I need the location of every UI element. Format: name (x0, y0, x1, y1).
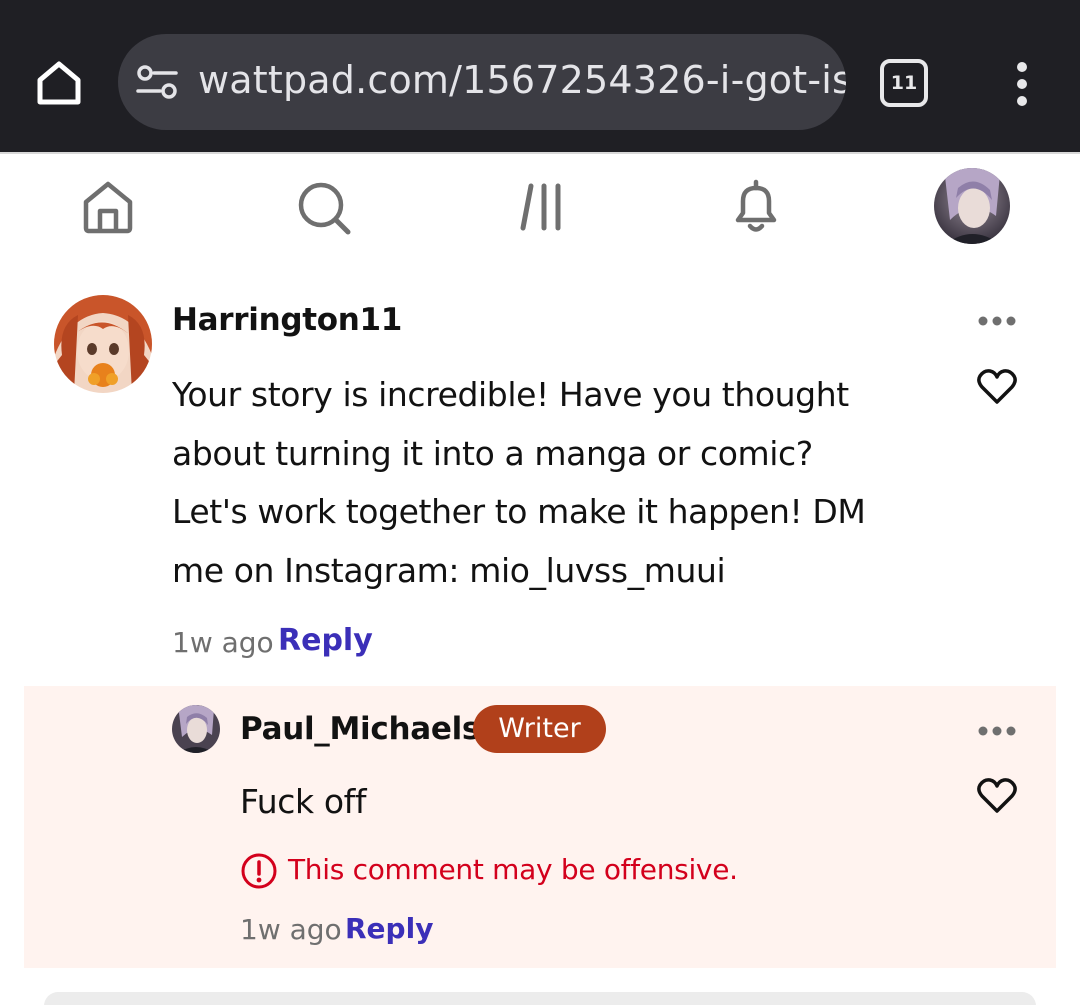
comment-input-bar[interactable] (44, 992, 1036, 1005)
reply-timestamp: 1w ago (240, 913, 342, 946)
reply-username[interactable]: Paul_Michaels (240, 711, 480, 747)
home-icon[interactable] (32, 56, 86, 110)
notifications-icon[interactable] (728, 178, 784, 236)
url-text[interactable]: wattpad.com/1567254326-i-got-isel (198, 58, 846, 102)
reply-body: Fuck off (240, 782, 367, 821)
more-vert-icon[interactable] (1008, 60, 1036, 110)
reply-button[interactable]: Reply (278, 623, 373, 658)
library-icon[interactable] (514, 178, 570, 236)
site-settings-icon[interactable] (136, 62, 178, 102)
commenter-avatar[interactable] (54, 295, 152, 393)
home-icon[interactable] (80, 178, 136, 236)
browser-toolbar: wattpad.com/1567254326-i-got-isel 11 (0, 0, 1080, 152)
writer-badge: Writer (473, 705, 606, 753)
more-horiz-icon[interactable] (977, 315, 1017, 327)
warning-icon (241, 853, 277, 889)
address-bar[interactable]: wattpad.com/1567254326-i-got-isel (118, 34, 846, 130)
comment-body: Your story is incredible! Have you thoug… (172, 375, 866, 590)
reply-button[interactable]: Reply (345, 912, 433, 945)
offensive-warning: This comment may be offensive. (288, 853, 738, 886)
heart-icon[interactable] (976, 368, 1018, 406)
tab-switcher-icon[interactable]: 11 (880, 59, 928, 107)
search-icon[interactable] (296, 178, 352, 236)
comment-timestamp: 1w ago (172, 626, 274, 659)
more-horiz-icon[interactable] (977, 725, 1017, 737)
commenter-username[interactable]: Harrington11 (172, 302, 402, 338)
app-navigation (0, 152, 1080, 262)
heart-icon[interactable] (976, 777, 1018, 815)
tab-count: 11 (890, 72, 918, 94)
profile-avatar[interactable] (934, 168, 1010, 244)
reply-avatar[interactable] (172, 705, 220, 753)
